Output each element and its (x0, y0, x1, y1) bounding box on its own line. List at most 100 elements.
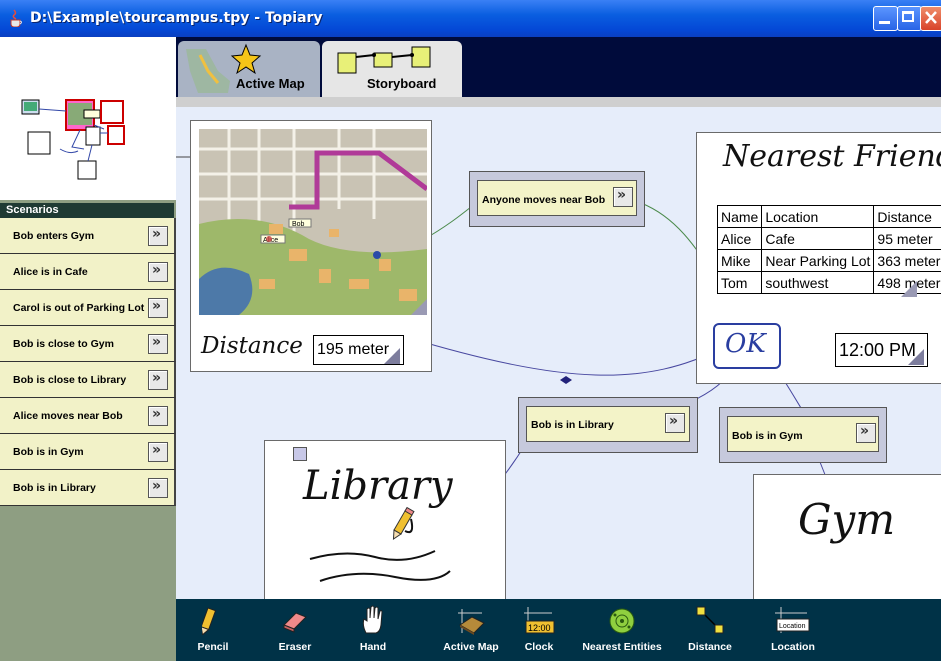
tool-label: Clock (524, 641, 554, 653)
pencil-cursor-icon (392, 506, 415, 540)
resize-handle[interactable] (384, 348, 400, 364)
chevron-right-icon: » (152, 406, 162, 422)
distance-icon (696, 606, 724, 634)
chevron-right-icon: » (152, 334, 162, 350)
scenario-item[interactable]: Alice is in Cafe » (0, 254, 176, 290)
scenarios-header: Scenarios (0, 203, 174, 218)
scenario-item[interactable]: Bob is in Library » (0, 470, 176, 506)
nearest-entities-icon (609, 608, 635, 634)
maximize-icon (902, 11, 914, 22)
rule-anyone-moves[interactable]: Anyone moves near Bob » (469, 171, 645, 227)
column-header: Name (716, 205, 763, 228)
scenario-play-button[interactable]: » (148, 262, 168, 282)
location-icon-text: Location (779, 623, 806, 630)
rule-box: Bob is in Library » (526, 406, 690, 442)
chevron-right-icon: » (152, 442, 162, 458)
storyboard-tab-icon (337, 46, 431, 74)
scenario-play-button[interactable]: » (148, 442, 168, 462)
tool-hand[interactable]: Hand (348, 599, 398, 661)
scenario-play-button[interactable]: » (148, 406, 168, 426)
chevron-right-icon: » (860, 423, 870, 439)
rule-label: Anyone moves near Bob (482, 194, 606, 206)
rule-label: Bob is in Library (531, 419, 614, 431)
distance-value[interactable]: 195 meter (313, 335, 404, 365)
resize-handle[interactable] (908, 349, 924, 365)
clock-icon-text: 12:00 (528, 623, 551, 633)
tool-label: Distance (688, 641, 732, 653)
rule-arrow-button[interactable]: » (613, 187, 633, 207)
column-header: Distance (873, 205, 941, 228)
tool-eraser[interactable]: Eraser (270, 599, 320, 661)
rule-arrow-button[interactable]: » (856, 423, 876, 443)
left-panel: Scenarios Bob enters Gym » Alice is in Ca… (0, 37, 178, 661)
storyboard-canvas[interactable]: Bob Alice Distance 195 meter Anyone move… (176, 97, 941, 599)
table-cell: Cafe (761, 227, 875, 250)
tool-distance[interactable]: Distance (682, 599, 738, 661)
scenario-label: Bob is close to Library (13, 374, 127, 386)
tool-active-map[interactable]: Active Map (434, 599, 508, 661)
distance-label: Distance (201, 333, 303, 359)
maximize-button[interactable] (897, 6, 922, 31)
library-card[interactable]: Library (264, 440, 506, 599)
tool-location[interactable]: Location Location (762, 599, 824, 661)
scenario-play-button[interactable]: » (148, 370, 168, 390)
scenario-play-button[interactable]: » (148, 334, 168, 354)
close-icon (925, 11, 937, 24)
tool-nearest-entities[interactable]: Nearest Entities (574, 599, 670, 661)
table-cell: Tom (716, 271, 763, 294)
ok-button[interactable]: OK (713, 323, 781, 369)
eraser-icon (283, 612, 307, 633)
tab-active-map[interactable]: Active Map (178, 41, 320, 97)
nearest-friends-card[interactable]: Nearest Friends Name Location Distance A… (696, 132, 941, 384)
rule-box: Anyone moves near Bob » (477, 180, 637, 216)
tool-clock[interactable]: 12:00 Clock (516, 599, 562, 661)
scenario-label: Bob is in Library (13, 482, 96, 494)
table-row: Alice Cafe 95 meter (716, 227, 941, 250)
chevron-right-icon: » (152, 478, 162, 494)
clock-value[interactable]: 12:00 PM (835, 333, 928, 367)
minimize-button[interactable] (873, 6, 898, 31)
scenario-label: Carol is out of Parking Lot (13, 302, 145, 314)
scenario-label: Bob is in Gym (13, 446, 84, 458)
minimize-icon (879, 21, 890, 24)
table-cell: 363 meter (873, 249, 941, 272)
sketch-strokes (309, 506, 451, 582)
rule-bob-in-gym[interactable]: Bob is in Gym » (719, 407, 887, 463)
scenario-item[interactable]: Alice moves near Bob » (0, 398, 176, 434)
overview-panel[interactable] (0, 37, 178, 200)
chevron-right-icon: » (669, 413, 679, 429)
tab-storyboard[interactable]: Storyboard (322, 41, 462, 101)
distance-value-text: 195 meter (317, 341, 390, 358)
table-cell: Alice (716, 227, 763, 250)
scenarios-list: Bob enters Gym » Alice is in Cafe » Carol … (0, 218, 176, 506)
rule-label: Bob is in Gym (732, 430, 803, 442)
tool-pencil[interactable]: Pencil (188, 599, 238, 661)
rule-arrow-button[interactable]: » (665, 413, 685, 433)
campus-map: Bob Alice (199, 129, 427, 315)
scenario-play-button[interactable]: » (148, 298, 168, 318)
map-card[interactable]: Bob Alice Distance 195 meter (190, 120, 432, 372)
close-button[interactable] (920, 6, 941, 31)
tool-label: Active Map (443, 641, 499, 653)
gym-card[interactable]: Gym (753, 474, 941, 599)
scenario-item[interactable]: Bob enters Gym » (0, 218, 176, 254)
scenario-item[interactable]: Carol is out of Parking Lot » (0, 290, 176, 326)
hand-icon (362, 605, 383, 634)
java-app-icon (10, 9, 22, 27)
chevron-right-icon: » (617, 187, 627, 203)
title-bar: D:\Example\tourcampus.tpy - Topiary (0, 0, 941, 37)
scenario-item[interactable]: Bob is close to Gym » (0, 326, 176, 362)
resize-handle[interactable] (901, 281, 917, 297)
scenario-play-button[interactable]: » (148, 478, 168, 498)
table-row: Mike Near Parking Lot 363 meter (716, 249, 941, 272)
resize-handle[interactable] (411, 299, 427, 315)
active-map-icon (458, 609, 485, 635)
nearest-friends-title: Nearest Friends (723, 139, 941, 174)
rule-bob-in-library[interactable]: Bob is in Library » (518, 397, 698, 453)
scenario-label: Bob is close to Gym (13, 338, 114, 350)
gym-card-text: Gym (798, 495, 896, 544)
scenario-item[interactable]: Bob is in Gym » (0, 434, 176, 470)
scenario-play-button[interactable]: » (148, 226, 168, 246)
table-cell: 95 meter (873, 227, 941, 250)
scenario-item[interactable]: Bob is close to Library » (0, 362, 176, 398)
